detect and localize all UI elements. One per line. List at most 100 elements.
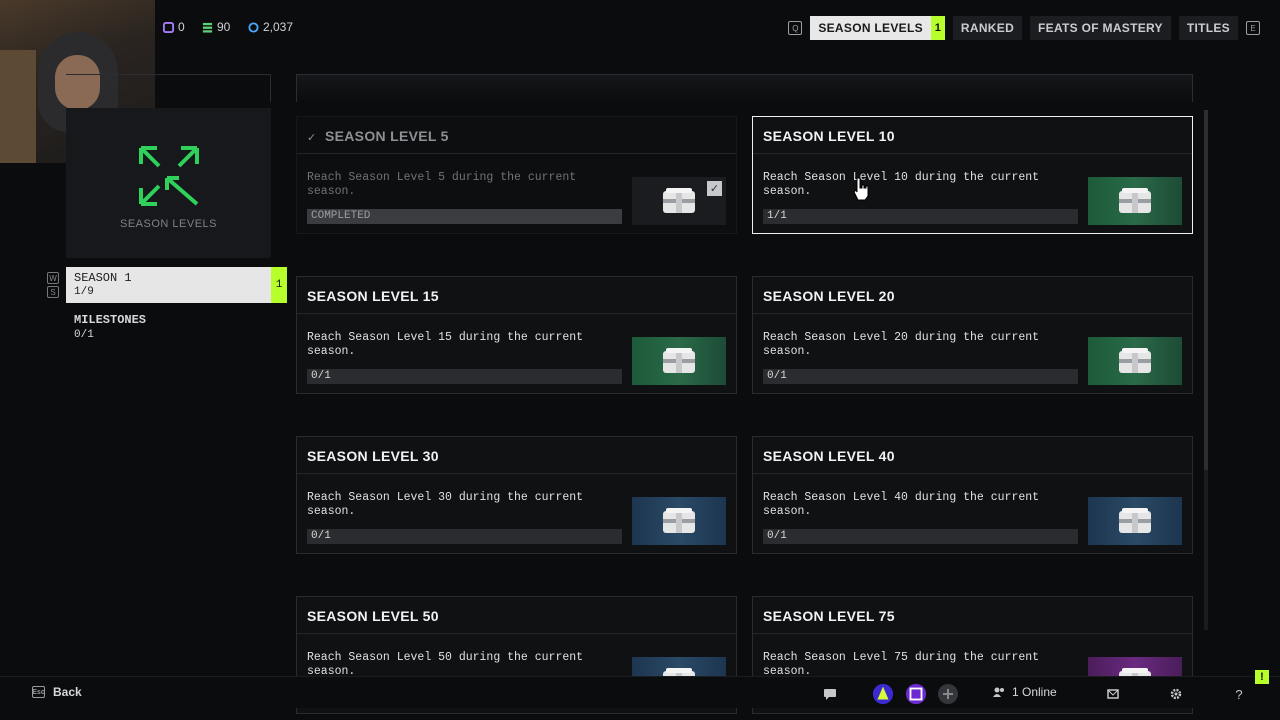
currency-value: 0 <box>178 20 185 34</box>
tab-season-levels[interactable]: SEASON LEVELS 1 <box>810 16 945 40</box>
season-levels-emblem: SEASON LEVELS <box>66 108 271 258</box>
claimed-checkbox-icon: ✓ <box>707 181 722 196</box>
reward-crate-icon <box>1119 188 1151 213</box>
emblem-label: SEASON LEVELS <box>120 218 217 230</box>
challenge-card[interactable]: SEASON LEVEL 40 Reach Season Level 40 dur… <box>752 436 1193 554</box>
tab-label: RANKED <box>960 21 1015 35</box>
prev-tab-key[interactable]: Q <box>788 21 803 35</box>
card-divider <box>753 313 1192 314</box>
esc-key: Esc <box>32 686 45 698</box>
reward-thumbnail[interactable] <box>632 497 726 545</box>
card-description: Reach Season Level 20 during the current… <box>763 331 1040 358</box>
card-description: Reach Season Level 40 during the current… <box>763 491 1040 518</box>
progress-bar: COMPLETED <box>307 209 622 224</box>
top-nav: Q SEASON LEVELS 1 RANKED FEATS OF MASTER… <box>788 16 1260 40</box>
gear-icon[interactable] <box>1165 683 1187 705</box>
friends-icon <box>993 687 1004 697</box>
chat-icon[interactable] <box>819 683 841 705</box>
card-title: SEASON LEVEL 5 <box>325 128 449 144</box>
card-description: Reach Season Level 30 during the current… <box>307 491 584 518</box>
help-icon[interactable]: ? <box>1228 683 1250 705</box>
reward-crate-icon <box>1119 508 1151 533</box>
bottom-bar: Esc Back 1 Online ? <box>0 676 1280 708</box>
grid-scrollbar[interactable] <box>1204 110 1208 630</box>
season-progress: 1/9 <box>74 286 94 298</box>
down-key: S <box>47 286 59 298</box>
season-badge: 1 <box>271 267 287 303</box>
tab-label: SEASON LEVELS <box>818 21 923 35</box>
card-title: SEASON LEVEL 40 <box>763 448 895 464</box>
card-divider <box>297 633 736 634</box>
emblem-frame <box>66 74 271 102</box>
card-divider <box>297 313 736 314</box>
card-title: SEASON LEVEL 15 <box>307 288 439 304</box>
online-status[interactable]: 1 Online <box>992 685 1057 699</box>
sidebar-item-milestones[interactable]: MILESTONES 0/1 <box>74 313 146 341</box>
card-divider <box>753 473 1192 474</box>
card-title: SEASON LEVEL 20 <box>763 288 895 304</box>
sidebar-item-season-1[interactable]: SEASON 1 1/9 1 <box>66 267 287 303</box>
tab-label: TITLES <box>1186 21 1230 35</box>
progress-bar: 0/1 <box>307 529 622 544</box>
reward-crate-icon <box>1119 348 1151 373</box>
card-title: SEASON LEVEL 30 <box>307 448 439 464</box>
reward-thumbnail[interactable] <box>1088 337 1182 385</box>
card-divider <box>297 153 736 154</box>
tab-ranked[interactable]: RANKED <box>952 16 1023 40</box>
currency-tokens: 0 <box>163 20 185 34</box>
card-description: Reach Season Level 10 during the current… <box>763 171 1040 198</box>
arrows-emblem-icon <box>138 146 199 206</box>
season-title: SEASON 1 <box>74 271 132 285</box>
hand-cursor-icon <box>853 177 869 201</box>
tab-feats-of-mastery[interactable]: FEATS OF MASTERY <box>1030 16 1171 40</box>
challenge-card[interactable]: ✓ SEASON LEVEL 5 Reach Season Level 5 duri… <box>296 116 737 234</box>
card-divider <box>753 633 1192 634</box>
challenge-card[interactable]: SEASON LEVEL 10 Reach Season Level 10 dur… <box>752 116 1193 234</box>
reward-thumbnail[interactable] <box>1088 497 1182 545</box>
card-title: SEASON LEVEL 50 <box>307 608 439 624</box>
webcam-chair <box>0 50 36 163</box>
up-key: W <box>47 272 59 284</box>
progress-bar: 0/1 <box>307 369 622 384</box>
currency-stack: 90 <box>202 20 230 34</box>
mail-icon[interactable] <box>1102 683 1124 705</box>
party-avatar-2[interactable] <box>905 683 927 705</box>
progress-bar: 0/1 <box>763 369 1078 384</box>
back-label: Back <box>53 685 82 699</box>
card-description: Reach Season Level 15 during the current… <box>307 331 584 358</box>
next-tab-key[interactable]: E <box>1246 21 1260 35</box>
check-icon: ✓ <box>307 132 317 144</box>
challenge-card[interactable]: SEASON LEVEL 20 Reach Season Level 20 dur… <box>752 276 1193 394</box>
currency-value: 90 <box>217 20 231 34</box>
tab-label: FEATS OF MASTERY <box>1038 21 1163 35</box>
notification-badge[interactable]: ! <box>1255 670 1269 684</box>
card-divider <box>753 153 1192 154</box>
card-title: SEASON LEVEL 10 <box>763 128 895 144</box>
purple-token-icon <box>163 21 174 33</box>
back-button[interactable]: Esc Back <box>32 685 82 699</box>
currency-coins: 2,037 <box>248 20 293 34</box>
challenge-card[interactable]: SEASON LEVEL 30 Reach Season Level 30 dur… <box>296 436 737 554</box>
card-title: SEASON LEVEL 75 <box>763 608 895 624</box>
currency-value: 2,037 <box>263 20 294 34</box>
card-divider <box>297 473 736 474</box>
card-description: Reach Season Level 75 during the current… <box>763 651 1040 678</box>
tab-titles[interactable]: TITLES <box>1178 16 1238 40</box>
reward-crate-icon <box>663 188 695 213</box>
online-label: 1 Online <box>1012 685 1057 699</box>
tab-badge: 1 <box>930 16 945 40</box>
card-description: Reach Season Level 5 during the current … <box>307 171 577 198</box>
party-avatar-1[interactable] <box>872 683 894 705</box>
scrollbar-thumb[interactable] <box>1204 110 1208 470</box>
grid-header-strip <box>296 74 1193 102</box>
add-friend-icon[interactable] <box>937 683 959 705</box>
green-stack-icon <box>202 22 213 33</box>
reward-thumbnail[interactable] <box>1088 177 1182 225</box>
milestones-title: MILESTONES <box>74 313 147 327</box>
challenge-card[interactable]: SEASON LEVEL 15 Reach Season Level 15 dur… <box>296 276 737 394</box>
reward-thumbnail[interactable] <box>632 337 726 385</box>
blue-coin-icon <box>248 21 259 33</box>
progress-bar: 1/1 <box>763 209 1078 224</box>
milestones-progress: 0/1 <box>74 329 94 341</box>
progress-bar: 0/1 <box>763 529 1078 544</box>
